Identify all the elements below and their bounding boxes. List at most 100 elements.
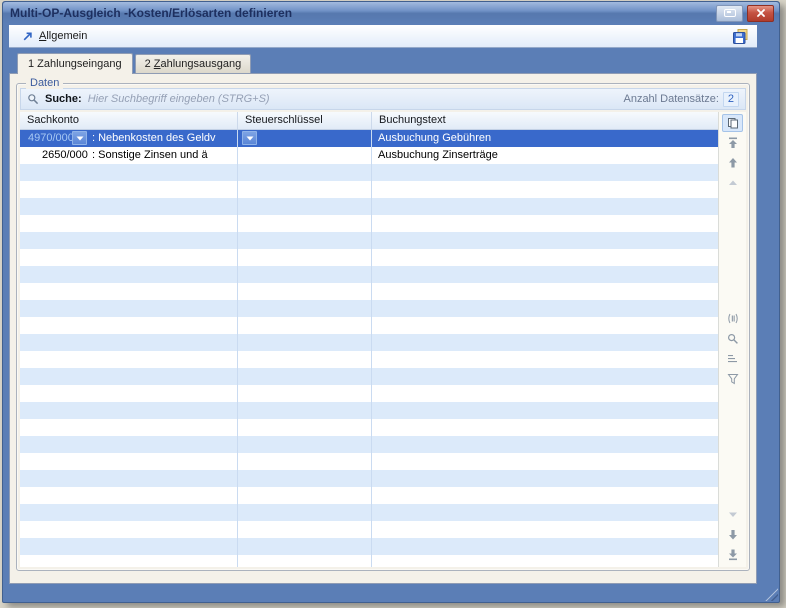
table-row-empty (20, 402, 718, 419)
table-cell (372, 198, 718, 215)
title-bar[interactable]: Multi-OP-Ausgleich -Kosten/Erlösarten de… (3, 2, 779, 24)
table-cell (238, 181, 372, 198)
column-header-steuerschluessel[interactable]: Steuerschlüssel (238, 112, 372, 129)
filter-icon (727, 373, 739, 385)
table-cell (372, 181, 718, 198)
table-cell (20, 453, 238, 470)
table-cell (372, 249, 718, 266)
daten-groupbox: Daten Suche: Hier Suchbegriff eingeben (… (16, 83, 750, 571)
dropdown-arrow-icon (76, 136, 84, 141)
table-cell (238, 521, 372, 538)
table-row-empty (20, 504, 718, 521)
table-cell (372, 555, 718, 567)
table-cell (238, 419, 372, 436)
table-row-empty (20, 453, 718, 470)
booking-text: Ausbuchung Gebühren (372, 130, 718, 144)
table-cell (238, 232, 372, 249)
table-cell (372, 385, 718, 402)
table-cell (372, 504, 718, 521)
table-row[interactable]: 4970/000: Nebenkosten des GeldvAusbuchun… (20, 130, 718, 147)
table-cell (20, 198, 238, 215)
move-up-icon (727, 157, 739, 169)
table-row-empty (20, 283, 718, 300)
search-bar[interactable]: Suche: Hier Suchbegriff eingeben (STRG+S… (20, 88, 746, 110)
autosize-columns-button[interactable] (722, 310, 743, 328)
copy-button[interactable] (722, 114, 743, 132)
table-row-empty (20, 436, 718, 453)
table-cell (238, 266, 372, 283)
save-icon (733, 29, 748, 44)
groupbox-label: Daten (26, 77, 63, 89)
table-cell (372, 538, 718, 555)
move-to-top-icon (727, 137, 739, 149)
tax-dropdown-button[interactable] (242, 131, 257, 145)
table-cell (372, 402, 718, 419)
sort-icon (727, 353, 739, 365)
table-row-empty (20, 368, 718, 385)
save-button[interactable] (729, 27, 751, 46)
table-row-empty (20, 334, 718, 351)
table-cell (20, 215, 238, 232)
restore-button[interactable] (716, 5, 743, 22)
table-row-empty (20, 300, 718, 317)
close-button[interactable] (747, 5, 774, 22)
table-cell (372, 300, 718, 317)
magnifier-button[interactable] (722, 330, 743, 348)
close-icon (756, 8, 766, 18)
table-cell (238, 215, 372, 232)
table-cell (238, 147, 372, 164)
table-cell (238, 351, 372, 368)
table-cell: Ausbuchung Zinserträge (372, 147, 718, 164)
table-cell (238, 555, 372, 567)
table-cell (238, 436, 372, 453)
menu-allgemein[interactable]: Allgemein (15, 28, 94, 44)
table-row-empty (20, 249, 718, 266)
tab-panel: Daten Suche: Hier Suchbegriff eingeben (… (9, 73, 757, 584)
column-header-sachkonto[interactable]: Sachkonto (20, 112, 238, 129)
table-cell (238, 538, 372, 555)
table-cell (372, 215, 718, 232)
table-cell (20, 266, 238, 283)
account-description: : Nebenkosten des Geldv (92, 132, 216, 144)
table-row-empty (20, 266, 718, 283)
table-row-empty (20, 555, 718, 567)
side-toolbar (718, 112, 746, 567)
table-cell (238, 164, 372, 181)
grid-header: Sachkonto Steuerschlüssel Buchungstext (20, 112, 718, 130)
table-cell (372, 368, 718, 385)
table-row-empty (20, 487, 718, 504)
search-placeholder[interactable]: Hier Suchbegriff eingeben (STRG+S) (88, 93, 618, 105)
account-dropdown-button[interactable] (72, 131, 87, 145)
sort-button[interactable] (722, 350, 743, 368)
record-count: Anzahl Datensätze: 2 (623, 92, 739, 107)
table-cell (238, 300, 372, 317)
scroll-up-button[interactable] (722, 174, 743, 192)
resize-grip[interactable] (765, 588, 778, 601)
table-cell: Ausbuchung Gebühren (372, 130, 718, 147)
table-cell (20, 487, 238, 504)
move-up-button[interactable] (722, 154, 743, 172)
table-cell (20, 538, 238, 555)
table-row[interactable]: 2650/000: Sonstige Zinsen und äAusbuchun… (20, 147, 718, 164)
scroll-down-button[interactable] (722, 506, 743, 524)
filter-button[interactable] (722, 370, 743, 388)
tab-zahlungseingang[interactable]: 1 Zahlungseingang (17, 53, 133, 74)
menu-label: Allgemein (39, 30, 87, 42)
table-cell (20, 249, 238, 266)
grid-area: Sachkonto Steuerschlüssel Buchungstext 4… (20, 112, 746, 567)
table-cell (20, 385, 238, 402)
table-cell (372, 317, 718, 334)
table-cell (372, 487, 718, 504)
table-cell (20, 368, 238, 385)
table-cell (372, 266, 718, 283)
search-icon (27, 93, 39, 105)
app-window: Multi-OP-Ausgleich -Kosten/Erlösarten de… (2, 1, 780, 603)
table-cell (372, 453, 718, 470)
window-title: Multi-OP-Ausgleich -Kosten/Erlösarten de… (10, 6, 712, 20)
table-row-empty (20, 317, 718, 334)
move-to-top-button[interactable] (722, 134, 743, 152)
move-down-button[interactable] (722, 526, 743, 544)
column-header-buchungstext[interactable]: Buchungstext (372, 112, 718, 129)
tab-zahlungsausgang[interactable]: 2 Zahlungsausgang (135, 54, 252, 73)
move-to-bottom-button[interactable] (722, 546, 743, 564)
